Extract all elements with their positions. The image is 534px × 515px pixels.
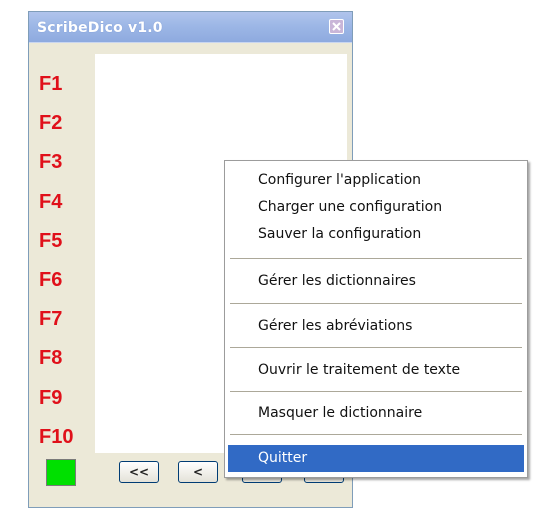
menu-separator	[230, 347, 522, 348]
first-page-button[interactable]: <<	[119, 461, 159, 483]
menu-item-hide-dictionary[interactable]: Masquer le dictionnaire	[228, 400, 524, 427]
menu-item-manage-dictionaries[interactable]: Gérer les dictionnaires	[228, 268, 524, 295]
menu-item-manage-abbreviations[interactable]: Gérer les abréviations	[228, 313, 524, 340]
close-button[interactable]	[329, 19, 344, 34]
status-indicator[interactable]	[46, 459, 76, 486]
fkey-label-f9[interactable]: F9	[39, 379, 94, 418]
fkey-label-f8[interactable]: F8	[39, 339, 94, 378]
menu-separator	[230, 434, 522, 435]
fkey-label-f7[interactable]: F7	[39, 300, 94, 339]
menu-separator	[230, 391, 522, 392]
menu-item-save-config[interactable]: Sauver la configuration	[228, 221, 524, 248]
menu-item-open-word-processor[interactable]: Ouvrir le traitement de texte	[228, 357, 524, 384]
menu-item-load-config[interactable]: Charger une configuration	[228, 194, 524, 221]
fkey-label-f3[interactable]: F3	[39, 143, 94, 182]
function-key-list: F1 F2 F3 F4 F5 F6 F7 F8 F9 F10	[39, 65, 94, 457]
window-title: ScribeDico v1.0	[37, 20, 163, 36]
fkey-label-f10[interactable]: F10	[39, 418, 94, 457]
title-bar[interactable]: ScribeDico v1.0	[29, 12, 352, 43]
fkey-label-f5[interactable]: F5	[39, 222, 94, 261]
menu-separator	[230, 258, 522, 259]
menu-item-quit[interactable]: Quitter	[228, 445, 524, 472]
fkey-label-f1[interactable]: F1	[39, 65, 94, 104]
fkey-label-f2[interactable]: F2	[39, 104, 94, 143]
context-menu: Configurer l'application Charger une con…	[224, 160, 528, 478]
fkey-label-f6[interactable]: F6	[39, 261, 94, 300]
prev-page-button[interactable]: <	[178, 461, 218, 483]
fkey-label-f4[interactable]: F4	[39, 183, 94, 222]
menu-item-configure-app[interactable]: Configurer l'application	[228, 167, 524, 194]
close-icon	[332, 22, 341, 31]
menu-separator	[230, 303, 522, 304]
